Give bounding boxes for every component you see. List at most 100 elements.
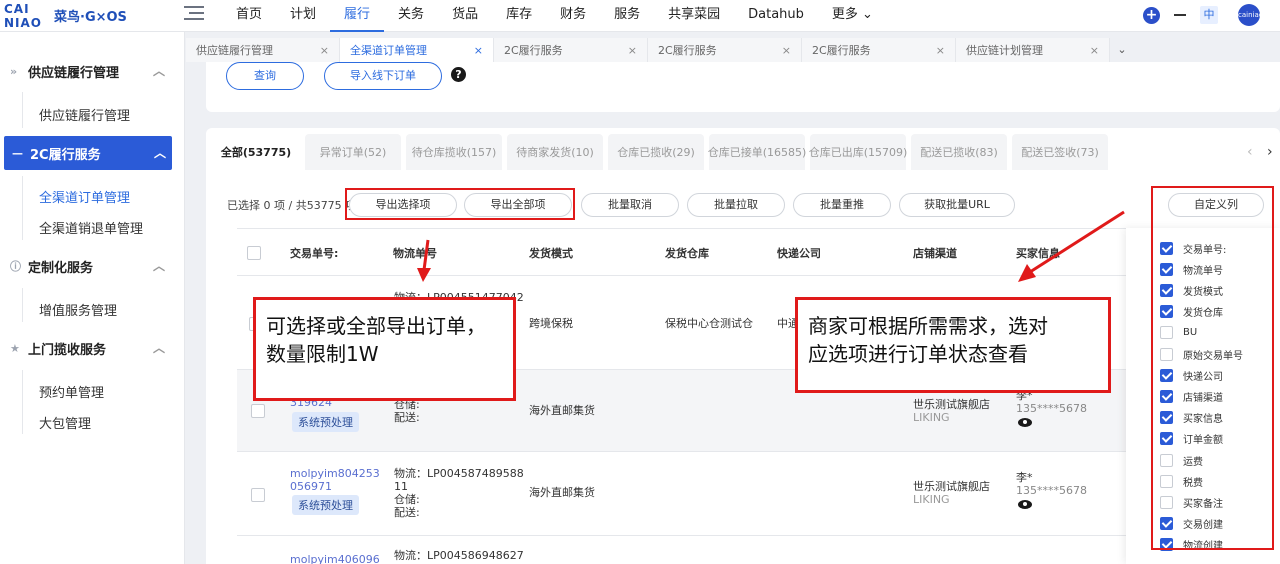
- row-checkbox[interactable]: [251, 488, 265, 502]
- close-icon[interactable]: ×: [936, 44, 945, 57]
- page-tab[interactable]: 供应链履行管理 ×: [186, 38, 340, 62]
- status-tab-picked[interactable]: 仓库已揽收(29): [608, 134, 704, 170]
- status-tab-await-ship[interactable]: 待商家发货(10): [507, 134, 603, 170]
- column-header[interactable]: 快递公司: [777, 245, 821, 261]
- star-icon: ★: [10, 341, 20, 355]
- main-nav: 首页 计划 履行 关务 货品 库存 财务 服务 共享菜园 Datahub 更多 …: [222, 0, 887, 32]
- annotation-highlight-columns: [1151, 186, 1274, 550]
- table-row[interactable]: molpyim406096 物流：LP004586948627: [237, 536, 1137, 564]
- sidebar-group-pickup[interactable]: ★ 上门揽收服务 ︿: [0, 331, 185, 365]
- sidebar-group-2c[interactable]: — 2C履行服务 ︿: [4, 136, 172, 170]
- top-bar: CAI NIAO 菜鸟·G×OS 首页 计划 履行 关务 货品 库存 财务 服务…: [0, 0, 1280, 32]
- page-tab[interactable]: 供应链计划管理 ×: [956, 38, 1110, 62]
- table-header: 交易单号: 物流单号 发货模式 发货仓库 快递公司 店铺渠道 买家信息: [237, 228, 1137, 276]
- help-icon[interactable]: ?: [451, 67, 466, 82]
- batch-pull-button[interactable]: 批量拉取: [687, 193, 785, 217]
- sidebar-divider: [22, 288, 23, 322]
- import-offline-orders-button[interactable]: 导入线下订单: [324, 62, 442, 90]
- cainiao-logo[interactable]: CAI NIAO 菜鸟·G×OS: [4, 3, 127, 29]
- chevron-right-icon[interactable]: ›: [1267, 144, 1273, 160]
- batch-cancel-button[interactable]: 批量取消: [581, 193, 679, 217]
- sidebar-item-big-package[interactable]: 大包管理: [39, 413, 91, 432]
- sidebar-group-supply-chain[interactable]: » 供应链履行管理 ︿: [0, 54, 185, 88]
- nav-inventory[interactable]: 库存: [492, 0, 546, 32]
- status-tab-signed[interactable]: 配送已签收(73): [1012, 134, 1108, 170]
- close-icon[interactable]: ×: [1090, 44, 1099, 57]
- sidebar-item-appointments[interactable]: 预约单管理: [39, 382, 104, 401]
- dash-icon: —: [12, 146, 23, 160]
- sidebar-divider: [22, 370, 23, 434]
- status-badge: 系统预处理: [292, 412, 359, 432]
- order-id-link[interactable]: 056971: [290, 480, 332, 493]
- chevron-up-icon: ︿: [152, 64, 165, 78]
- minimize-icon[interactable]: [1174, 14, 1186, 16]
- query-button[interactable]: 查询: [226, 62, 304, 90]
- sidebar-item-value-added[interactable]: 增值服务管理: [39, 300, 117, 319]
- menu-toggle-icon[interactable]: [184, 6, 204, 22]
- order-id-link[interactable]: molpyim804253: [290, 467, 380, 480]
- status-tab-accepted[interactable]: 仓库已接单(16585): [708, 134, 806, 170]
- eye-icon[interactable]: [1018, 418, 1032, 427]
- status-badge: 系统预处理: [292, 495, 359, 515]
- page-tab[interactable]: 2C履行服务 ×: [802, 38, 956, 62]
- chevron-up-icon: ︿: [153, 146, 166, 160]
- annotation-callout-columns: 商家可根据所需需求，选对 应选项进行订单状态查看: [795, 297, 1111, 393]
- nav-shared-garden[interactable]: 共享菜园: [654, 0, 734, 32]
- chevron-left-icon[interactable]: ‹: [1247, 144, 1253, 160]
- chevron-up-icon: ︿: [152, 341, 165, 355]
- language-switch[interactable]: 中: [1200, 6, 1218, 24]
- close-icon[interactable]: ×: [628, 44, 637, 57]
- nav-goods[interactable]: 货品: [438, 0, 492, 32]
- column-header[interactable]: 发货仓库: [665, 245, 709, 261]
- selection-info: 已选择 0 项 / 共53775 项: [227, 199, 357, 212]
- nav-datahub[interactable]: Datahub: [734, 0, 818, 32]
- status-tab-shipped[interactable]: 仓库已出库(15709): [809, 134, 907, 170]
- sidebar-item-omni-returns[interactable]: 全渠道销退单管理: [39, 218, 143, 237]
- nav-home[interactable]: 首页: [222, 0, 276, 32]
- page-tab[interactable]: 2C履行服务 ×: [648, 38, 802, 62]
- nav-plan[interactable]: 计划: [276, 0, 330, 32]
- status-tabs: 全部(53775) 异常订单(52) 待仓库揽收(157) 待商家发货(10) …: [212, 134, 1108, 170]
- status-tab-all[interactable]: 全部(53775): [212, 134, 300, 170]
- nav-service[interactable]: 服务: [600, 0, 654, 32]
- status-tab-delivery-picked[interactable]: 配送已揽收(83): [911, 134, 1007, 170]
- sidebar-divider: [22, 176, 23, 240]
- info-icon: ⓘ: [10, 260, 21, 273]
- column-header[interactable]: 交易单号:: [290, 245, 338, 261]
- top-right-tools: + 中 cainiao: [1143, 4, 1263, 26]
- chevron-up-icon: ︿: [152, 259, 165, 273]
- column-header[interactable]: 店铺渠道: [913, 245, 957, 261]
- eye-icon[interactable]: [1018, 500, 1032, 509]
- select-all-checkbox[interactable]: [247, 246, 261, 260]
- close-icon[interactable]: ×: [782, 44, 791, 57]
- sidebar-divider: [22, 92, 23, 128]
- column-header[interactable]: 发货模式: [529, 245, 573, 261]
- sidebar-item-supply-chain[interactable]: 供应链履行管理: [39, 105, 130, 124]
- column-header[interactable]: 物流单号: [393, 245, 437, 261]
- status-tab-exception[interactable]: 异常订单(52): [305, 134, 401, 170]
- double-chevron-icon: »: [10, 64, 18, 78]
- status-tab-await-pickup[interactable]: 待仓库揽收(157): [406, 134, 502, 170]
- nav-more[interactable]: 更多 ⌄: [818, 0, 887, 32]
- annotation-highlight-export: [345, 188, 575, 220]
- chevron-down-icon[interactable]: ⌄: [1110, 38, 1134, 62]
- page-tab-active[interactable]: 全渠道订单管理 ×: [340, 38, 494, 62]
- page-tab[interactable]: 2C履行服务 ×: [494, 38, 648, 62]
- nav-fulfillment[interactable]: 履行: [330, 0, 385, 32]
- nav-customs[interactable]: 关务: [384, 0, 438, 32]
- get-batch-url-button[interactable]: 获取批量URL: [899, 193, 1015, 217]
- close-icon[interactable]: ×: [474, 44, 483, 57]
- annotation-callout-export: 可选择或全部导出订单， 数量限制1W: [253, 297, 516, 401]
- close-icon[interactable]: ×: [320, 44, 329, 57]
- column-header[interactable]: 买家信息: [1016, 245, 1060, 261]
- avatar[interactable]: cainiao: [1238, 4, 1263, 26]
- sidebar-group-custom[interactable]: ⓘ 定制化服务 ︿: [0, 249, 185, 283]
- batch-repush-button[interactable]: 批量重推: [793, 193, 891, 217]
- add-icon[interactable]: +: [1143, 6, 1160, 24]
- nav-finance[interactable]: 财务: [546, 0, 600, 32]
- table-row[interactable]: molpyim804253 056971 系统预处理 物流：LP00458748…: [237, 452, 1137, 536]
- row-checkbox[interactable]: [251, 404, 265, 418]
- page-tabs: 供应链履行管理 × 全渠道订单管理 × 2C履行服务 × 2C履行服务 × 2C履行服务…: [186, 38, 1134, 62]
- sidebar-item-omni-orders[interactable]: 全渠道订单管理: [39, 187, 130, 206]
- order-id-link[interactable]: molpyim406096: [290, 553, 380, 564]
